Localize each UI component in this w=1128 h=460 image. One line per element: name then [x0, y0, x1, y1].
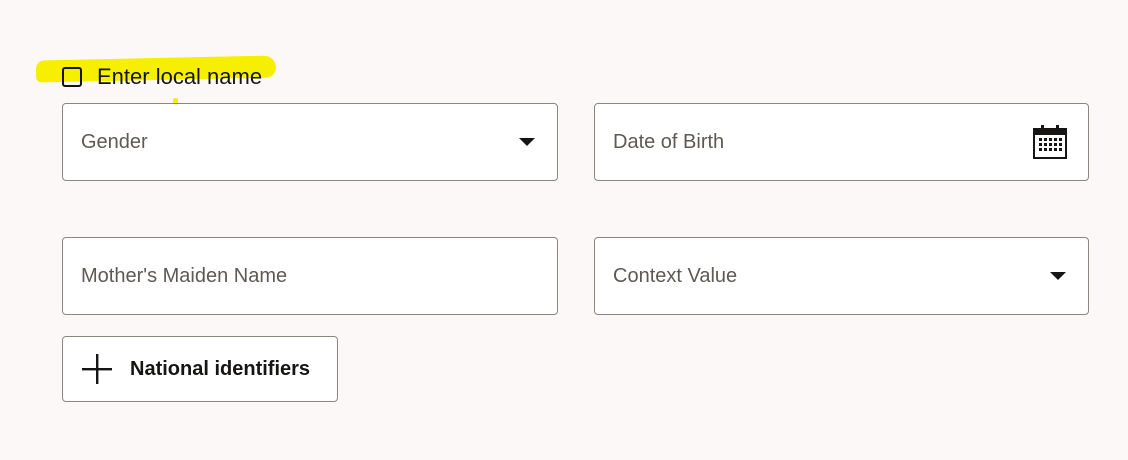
context-value-select[interactable]: Context Value	[594, 237, 1089, 315]
national-identifiers-label: National identifiers	[130, 357, 311, 380]
chevron-down-icon[interactable]	[519, 138, 535, 146]
mothers-maiden-name-label: Mother's Maiden Name	[81, 264, 288, 287]
calendar-icon[interactable]	[1032, 124, 1068, 160]
enter-local-name-label: Enter local name	[97, 64, 263, 89]
plus-icon	[82, 354, 112, 384]
enter-local-name-checkbox[interactable]	[62, 67, 82, 87]
mothers-maiden-name-field[interactable]: Mother's Maiden Name	[62, 237, 558, 315]
gender-select[interactable]: Gender	[62, 103, 558, 181]
chevron-down-icon[interactable]	[1050, 272, 1066, 280]
enter-local-name-option[interactable]: Enter local name	[62, 63, 262, 91]
date-of-birth-label: Date of Birth	[613, 130, 725, 153]
add-national-identifiers-button[interactable]: National identifiers	[62, 336, 338, 402]
context-value-label: Context Value	[613, 264, 738, 287]
gender-label: Gender	[81, 130, 148, 153]
date-of-birth-field[interactable]: Date of Birth	[594, 103, 1089, 181]
